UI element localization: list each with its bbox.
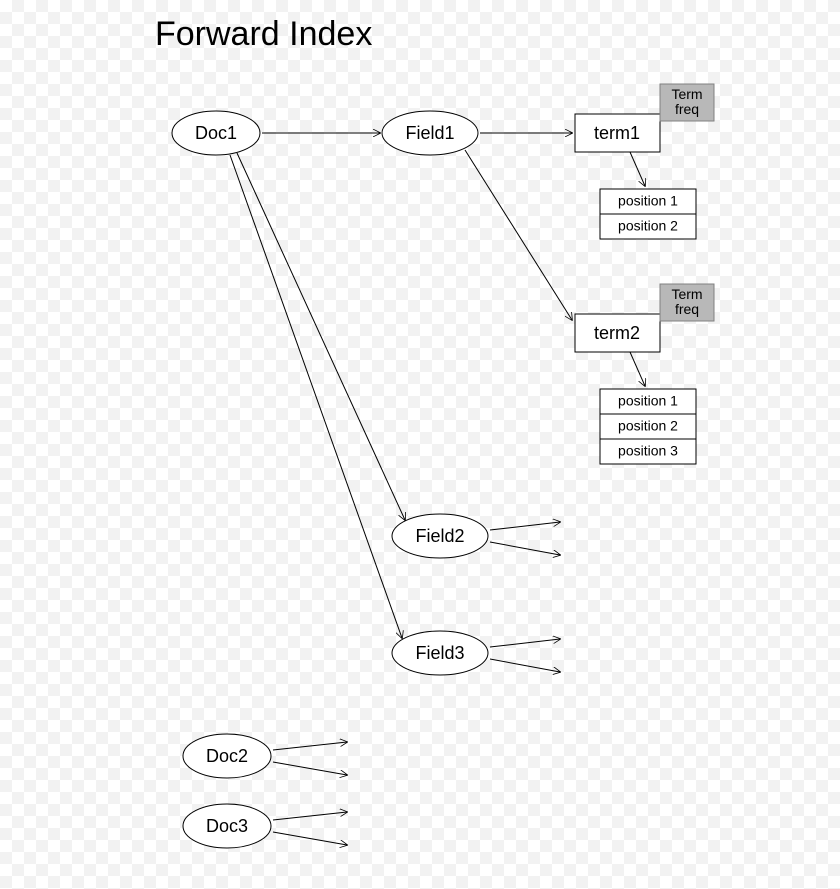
node-doc1: Doc1 <box>172 111 260 155</box>
edge-doc2-out-b <box>273 762 347 775</box>
node-term2-pos2: position 2 <box>600 414 696 439</box>
edge-doc3-out-a <box>273 812 347 820</box>
node-field2: Field2 <box>392 514 488 558</box>
edge-doc1-field3 <box>230 155 402 638</box>
svg-text:Field2: Field2 <box>415 526 464 546</box>
node-doc2: Doc2 <box>183 734 271 778</box>
svg-text:term2: term2 <box>594 323 640 343</box>
node-term2: term2 <box>575 314 660 352</box>
node-term1: term1 <box>575 114 660 152</box>
edge-field3-out-b <box>490 659 560 672</box>
diagram-canvas: Doc1 Field1 term1 Term freq position 1 p… <box>0 0 840 889</box>
svg-text:position 3: position 3 <box>618 443 678 459</box>
svg-text:Field3: Field3 <box>415 643 464 663</box>
node-term2-pos3: position 3 <box>600 439 696 464</box>
edge-term2-positions <box>630 352 645 386</box>
node-doc3: Doc3 <box>183 804 271 848</box>
edge-field2-out-b <box>490 542 560 555</box>
node-term1-freq: Term freq <box>660 84 714 121</box>
svg-text:Doc3: Doc3 <box>206 816 248 836</box>
edge-term1-positions <box>630 152 645 186</box>
svg-text:Doc2: Doc2 <box>206 746 248 766</box>
node-field1: Field1 <box>382 111 478 155</box>
svg-text:position 1: position 1 <box>618 393 678 409</box>
edge-doc3-out-b <box>273 832 347 845</box>
svg-text:Field1: Field1 <box>405 123 454 143</box>
edge-doc2-out-a <box>273 742 347 750</box>
edge-field1-term2 <box>465 150 572 320</box>
node-term2-pos1: position 1 <box>600 389 696 414</box>
svg-text:freq: freq <box>675 301 699 317</box>
svg-text:position 2: position 2 <box>618 418 678 434</box>
node-term2-freq: Term freq <box>660 284 714 321</box>
node-field3: Field3 <box>392 631 488 675</box>
svg-text:freq: freq <box>675 101 699 117</box>
svg-text:Doc1: Doc1 <box>195 123 237 143</box>
edge-field2-out-a <box>490 522 560 530</box>
svg-text:position 1: position 1 <box>618 193 678 209</box>
node-term1-pos2: position 2 <box>600 214 696 239</box>
edge-field3-out-a <box>490 639 560 647</box>
svg-text:term1: term1 <box>594 123 640 143</box>
node-term1-pos1: position 1 <box>600 189 696 214</box>
svg-text:Term: Term <box>671 286 702 302</box>
svg-text:position 2: position 2 <box>618 218 678 234</box>
svg-text:Term: Term <box>671 86 702 102</box>
edge-doc1-field2 <box>237 153 405 520</box>
